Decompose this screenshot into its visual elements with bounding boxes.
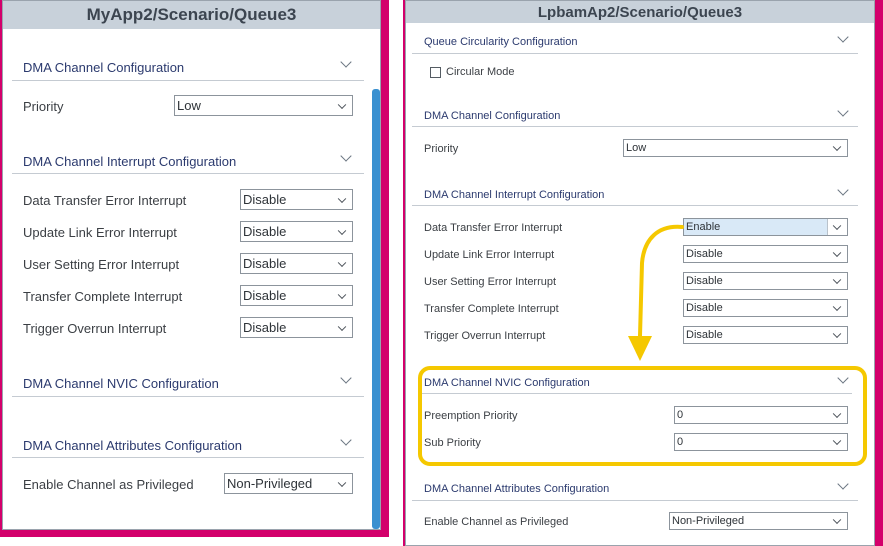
left-config-panel: MyApp2/Scenario/Queue3 DMA Channel Confi… xyxy=(2,0,381,530)
left-section-interrupt[interactable]: DMA Channel Interrupt Configuration xyxy=(23,154,236,169)
divider xyxy=(12,396,364,397)
chevron-down-icon xyxy=(337,194,347,203)
left-section-dma-channel[interactable]: DMA Channel Configuration xyxy=(23,60,184,75)
chevron-down-icon xyxy=(337,100,347,109)
left-transfer-complete-select[interactable]: Disable xyxy=(240,285,353,306)
left-privileged-label: Enable Channel as Privileged xyxy=(23,477,194,492)
chevron-down-icon xyxy=(337,290,347,299)
left-section-attributes[interactable]: DMA Channel Attributes Configuration xyxy=(23,438,242,453)
left-transfer-complete-label: Transfer Complete Interrupt xyxy=(23,289,183,304)
left-scrollbar[interactable] xyxy=(372,89,380,529)
divider xyxy=(12,457,364,458)
left-panel-frame: MyApp2/Scenario/Queue3 DMA Channel Confi… xyxy=(0,0,389,537)
left-data-transfer-error-label: Data Transfer Error Interrupt xyxy=(23,193,187,208)
left-user-setting-error-label: User Setting Error Interrupt xyxy=(23,257,180,272)
divider xyxy=(12,173,364,174)
chevron-down-icon[interactable] xyxy=(340,372,352,384)
right-panel-frame: LpbamAp2/Scenario/Queue3 Queue Circulari… xyxy=(403,0,883,546)
chevron-down-icon xyxy=(337,226,347,235)
chevron-down-icon[interactable] xyxy=(340,150,352,162)
left-trigger-overrun-label: Trigger Overrun Interrupt xyxy=(23,321,167,336)
chevron-down-icon xyxy=(337,478,347,487)
right-config-panel: LpbamAp2/Scenario/Queue3 Queue Circulari… xyxy=(405,0,875,546)
left-priority-label: Priority xyxy=(23,99,64,114)
left-trigger-overrun-select[interactable]: Disable xyxy=(240,317,353,338)
chevron-down-icon[interactable] xyxy=(340,56,352,68)
divider xyxy=(12,80,364,81)
chevron-down-icon xyxy=(337,258,347,267)
left-data-transfer-error-select[interactable]: Disable xyxy=(240,189,353,210)
chevron-down-icon[interactable] xyxy=(340,434,352,446)
highlight-arrow xyxy=(628,224,684,361)
left-panel-title: MyApp2/Scenario/Queue3 xyxy=(3,1,380,29)
left-user-setting-error-select[interactable]: Disable xyxy=(240,253,353,274)
left-update-link-error-label: Update Link Error Interrupt xyxy=(23,225,177,240)
left-section-nvic[interactable]: DMA Channel NVIC Configuration xyxy=(23,376,219,391)
left-update-link-error-select[interactable]: Disable xyxy=(240,221,353,242)
left-privileged-select[interactable]: Non-Privileged xyxy=(224,473,353,494)
chevron-down-icon xyxy=(337,322,347,331)
left-priority-select[interactable]: Low xyxy=(174,95,353,116)
